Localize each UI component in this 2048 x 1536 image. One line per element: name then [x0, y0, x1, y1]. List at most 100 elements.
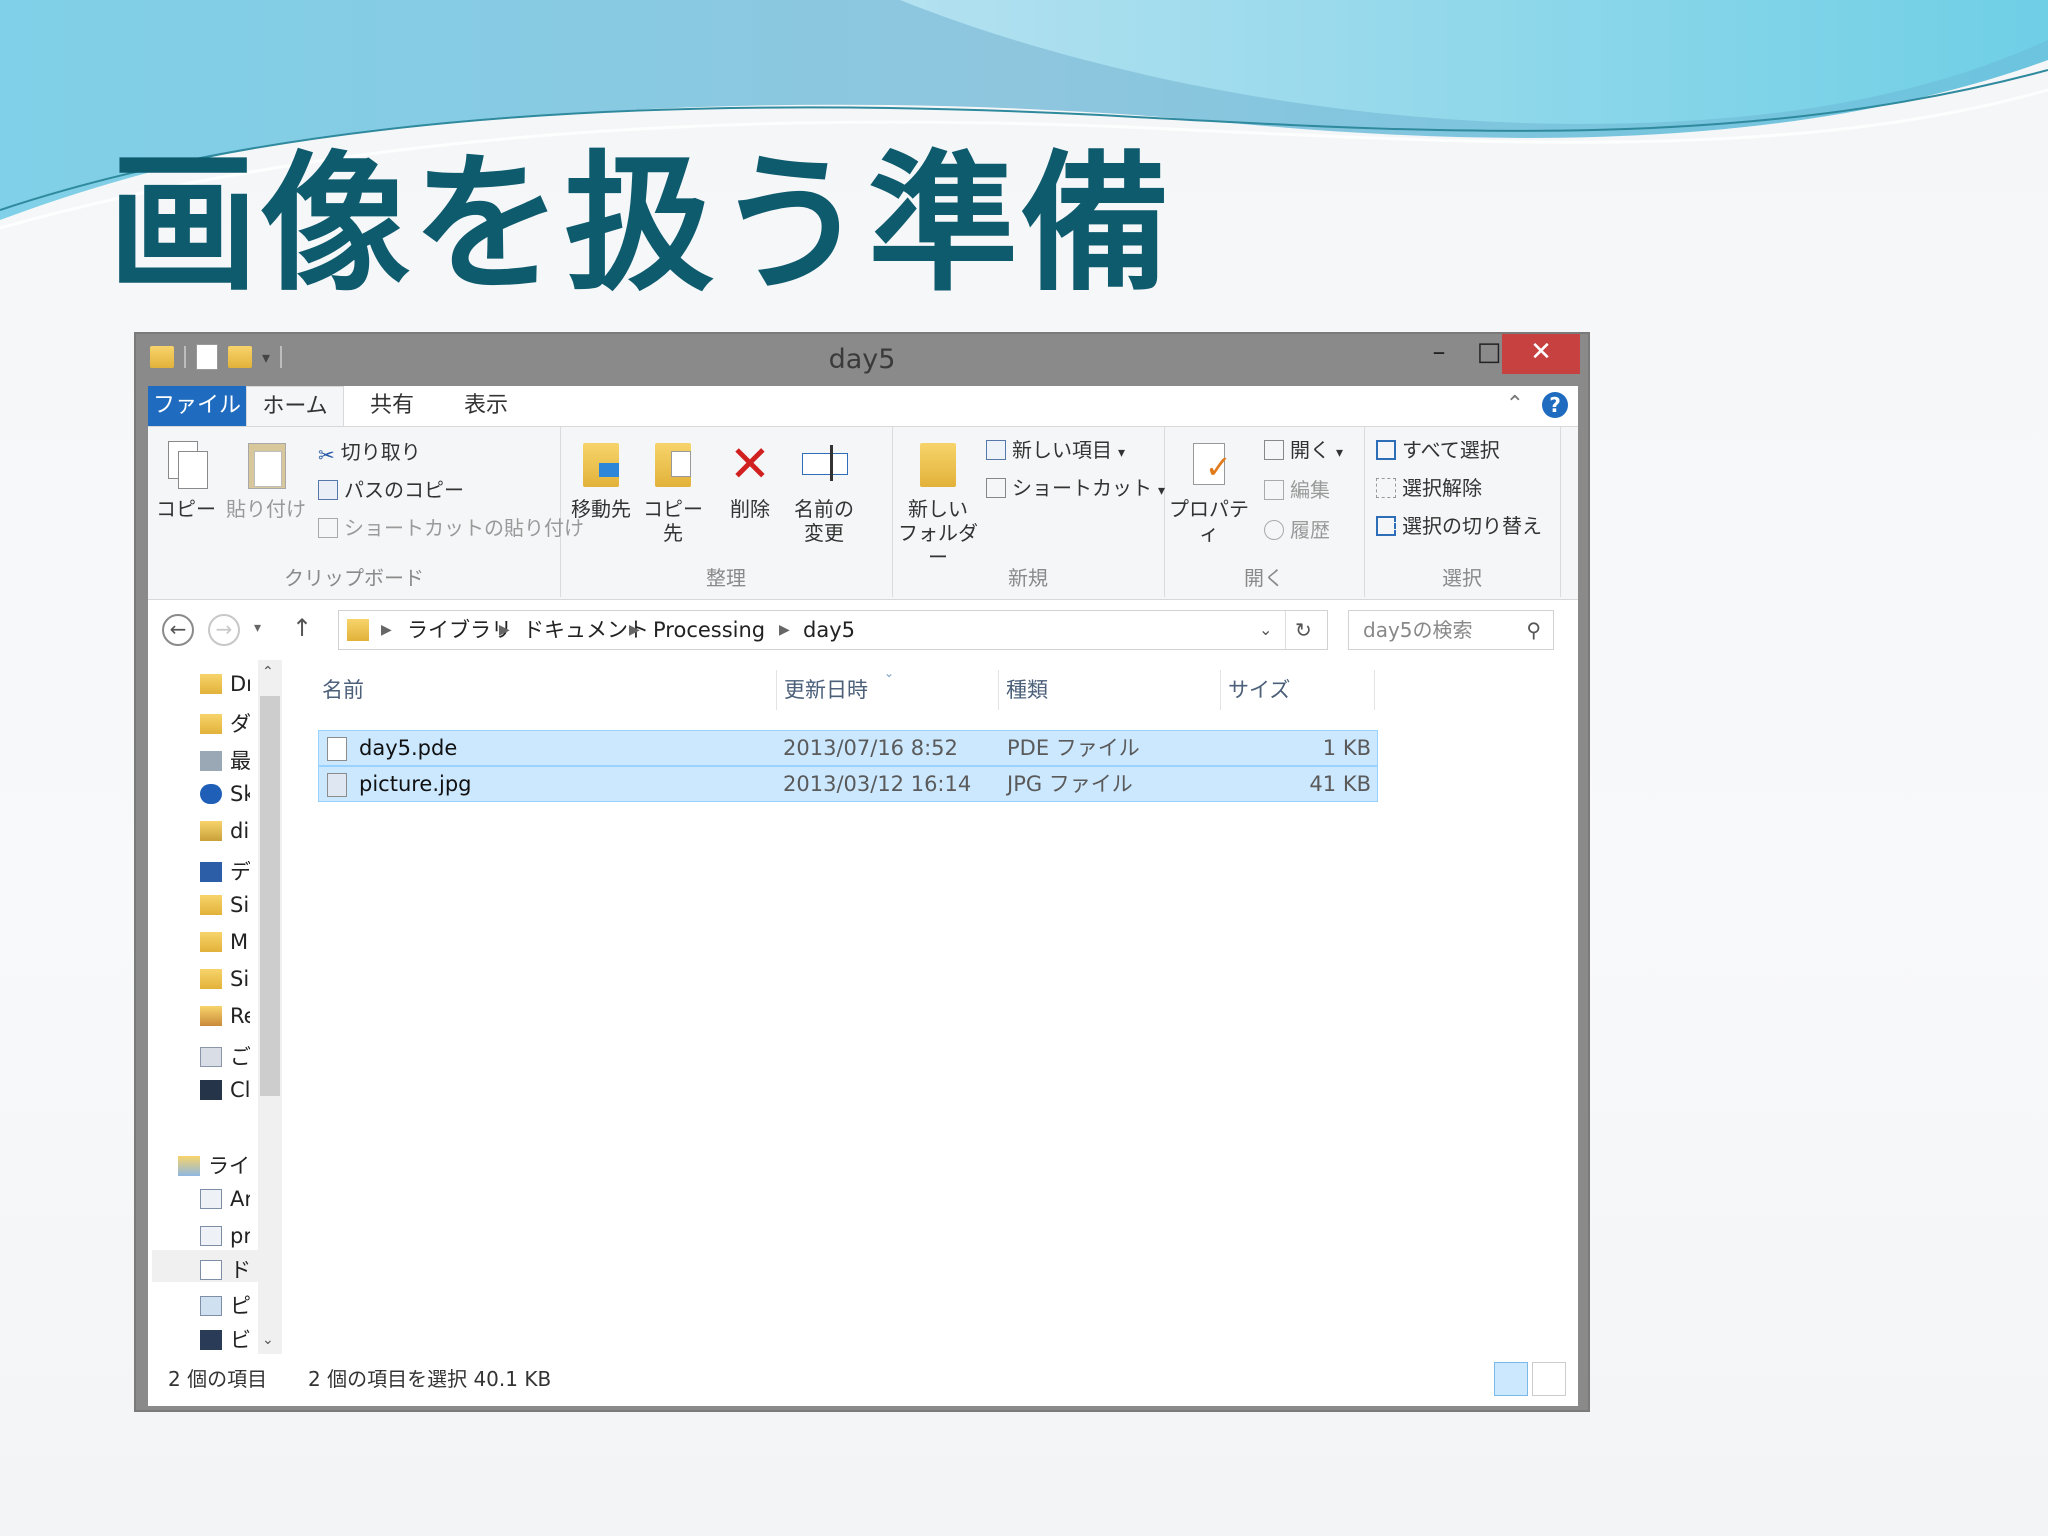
file-name: day5.pde: [359, 736, 458, 760]
search-input[interactable]: day5の検索 ⚲: [1348, 610, 1554, 650]
move-to-icon: [577, 437, 625, 491]
folder-icon: [200, 932, 222, 952]
copy-icon: [162, 437, 210, 491]
library-icon: [200, 1189, 222, 1209]
nav-item-folder-si-2[interactable]: Si: [200, 967, 250, 995]
open-button[interactable]: 開く ▾: [1264, 435, 1343, 465]
collapse-ribbon-icon[interactable]: ⌃: [1506, 392, 1524, 417]
nav-item-library-ar[interactable]: Ar: [200, 1187, 250, 1215]
edit-button[interactable]: 編集: [1264, 475, 1330, 505]
downloads-folder-icon: [200, 714, 222, 734]
recent-places-icon: [200, 751, 222, 771]
column-header-type[interactable]: 種類: [1006, 670, 1048, 710]
scroll-up-icon[interactable]: ⌃: [262, 664, 274, 680]
copy-to-button[interactable]: コピー先: [638, 437, 708, 545]
nav-item-recycle-bin[interactable]: ご: [200, 1041, 250, 1069]
nav-item-desktop[interactable]: デ: [200, 856, 250, 884]
nav-item-folder-m[interactable]: M: [200, 930, 250, 958]
invert-selection-button[interactable]: 選択の切り替え: [1376, 511, 1542, 541]
properties-button[interactable]: ✓ プロパティ: [1166, 437, 1252, 545]
nav-item-libraries[interactable]: ライブ: [178, 1150, 250, 1178]
group-open: ✓ プロパティ 開く ▾ 編集 履歴 開く: [1164, 427, 1365, 597]
status-bar: 2 個の項目 2 個の項目を選択 40.1 KB: [148, 1354, 1578, 1406]
minimize-button[interactable]: –: [1414, 334, 1464, 374]
forward-button[interactable]: →: [208, 614, 240, 646]
tab-share[interactable]: 共有: [344, 386, 440, 426]
nav-item-dropbox[interactable]: Dr: [200, 672, 250, 700]
nav-item-documents[interactable]: ド: [200, 1254, 250, 1282]
select-none-button[interactable]: 選択解除: [1376, 473, 1482, 503]
refresh-icon[interactable]: ↻: [1295, 611, 1312, 649]
cloud-app-icon: [200, 1080, 222, 1100]
address-dropdown-icon[interactable]: ⌄: [1259, 611, 1272, 649]
address-bar[interactable]: ▶ ライブラリ ▶ ドキュメント ▶ Processing ▶ day5 ⌄ ↻: [338, 610, 1328, 650]
recent-locations-dropdown-icon[interactable]: ▾: [254, 620, 261, 636]
paste-label: 貼り付け: [226, 497, 306, 521]
easy-access-shortcut-button[interactable]: ショートカット ▾: [986, 473, 1165, 503]
title-bar[interactable]: ▾ day5 – □ ✕: [136, 334, 1588, 390]
library-icon: [200, 1226, 222, 1246]
back-button[interactable]: ←: [162, 614, 194, 646]
tab-home[interactable]: ホーム: [246, 386, 344, 426]
file-size: 41 KB: [1309, 772, 1371, 796]
paste-button[interactable]: 貼り付け: [226, 437, 306, 521]
breadcrumb-separator-icon: ▶: [499, 622, 510, 638]
column-separator[interactable]: [1374, 670, 1375, 710]
up-button[interactable]: ↑: [292, 614, 312, 642]
nav-item-library-pr[interactable]: pr: [200, 1224, 250, 1252]
history-button[interactable]: 履歴: [1264, 515, 1330, 545]
delete-button[interactable]: ✕ 削除: [720, 437, 780, 521]
invert-selection-label: 選択の切り替え: [1402, 514, 1542, 538]
tab-view[interactable]: 表示: [436, 386, 536, 426]
folder-icon: [200, 969, 222, 989]
explorer-window: ▾ day5 – □ ✕ ファイル ホーム 共有 表示 ⌃ ? コピー 貼り付け…: [134, 332, 1590, 1412]
nav-item-cloud-cl[interactable]: Cl: [200, 1078, 250, 1106]
selection-info: 2 個の項目を選択 40.1 KB: [308, 1367, 552, 1391]
nav-item-skydrive[interactable]: Sk: [200, 782, 250, 810]
nav-item-folder-si[interactable]: Si: [200, 893, 250, 921]
paste-shortcut-button[interactable]: ショートカットの貼り付け: [318, 513, 584, 543]
copy-button[interactable]: コピー: [156, 437, 216, 521]
column-header-size[interactable]: サイズ: [1228, 670, 1290, 710]
column-header-date[interactable]: 更新日時: [784, 670, 868, 710]
nav-item-recent[interactable]: 最: [200, 745, 250, 773]
rename-label-1: 名前の: [794, 497, 854, 521]
nav-item-videos[interactable]: ビ: [200, 1324, 250, 1352]
slide-title: 画像を扱う準備: [108, 138, 1173, 312]
nav-item-pictures[interactable]: ピ: [200, 1290, 250, 1318]
details-view-icon[interactable]: [1494, 1362, 1528, 1396]
nav-item-folder-re[interactable]: Re: [200, 1004, 250, 1032]
group-label-clipboard: クリップボード: [284, 566, 424, 590]
breadcrumb-day5[interactable]: day5: [803, 611, 855, 649]
breadcrumb-libraries[interactable]: ライブラリ: [407, 611, 512, 649]
folder-icon: [200, 674, 222, 694]
help-icon[interactable]: ?: [1542, 392, 1568, 418]
close-button[interactable]: ✕: [1502, 334, 1580, 374]
breadcrumb-processing[interactable]: Processing: [653, 611, 765, 649]
file-row[interactable]: day5.pde 2013/07/16 8:52 PDE ファイル 1 KB: [318, 730, 1378, 766]
column-separator[interactable]: [1220, 670, 1221, 710]
copy-path-button[interactable]: パスのコピー: [318, 475, 464, 505]
new-item-button[interactable]: 新しい項目 ▾: [986, 435, 1125, 465]
file-date: 2013/03/12 16:14: [783, 772, 972, 796]
new-folder-button[interactable]: 新しい フォルダー: [898, 437, 978, 569]
nav-scrollbar-thumb[interactable]: [260, 696, 280, 1096]
select-all-button[interactable]: すべて選択: [1376, 435, 1500, 465]
move-to-button[interactable]: 移動先: [566, 437, 636, 521]
scroll-down-icon[interactable]: ⌄: [262, 1332, 274, 1348]
window-title: day5: [828, 344, 896, 375]
rename-button[interactable]: 名前の 変更: [786, 437, 862, 545]
column-separator[interactable]: [776, 670, 777, 710]
nav-item-user[interactable]: di: [200, 819, 250, 847]
nav-item-downloads[interactable]: ダ: [200, 708, 250, 736]
search-icon[interactable]: ⚲: [1526, 611, 1541, 649]
tab-file[interactable]: ファイル: [148, 386, 246, 426]
column-header-name[interactable]: 名前: [322, 670, 364, 710]
cut-button[interactable]: ✂ 切り取り: [318, 437, 421, 467]
folder-icon: [347, 619, 369, 641]
shortcut-label: ショートカット: [1012, 476, 1152, 500]
file-row[interactable]: picture.jpg 2013/03/12 16:14 JPG ファイル 41…: [318, 766, 1378, 802]
edit-label: 編集: [1290, 478, 1330, 502]
column-separator[interactable]: [998, 670, 999, 710]
large-icons-view-icon[interactable]: [1532, 1362, 1566, 1396]
